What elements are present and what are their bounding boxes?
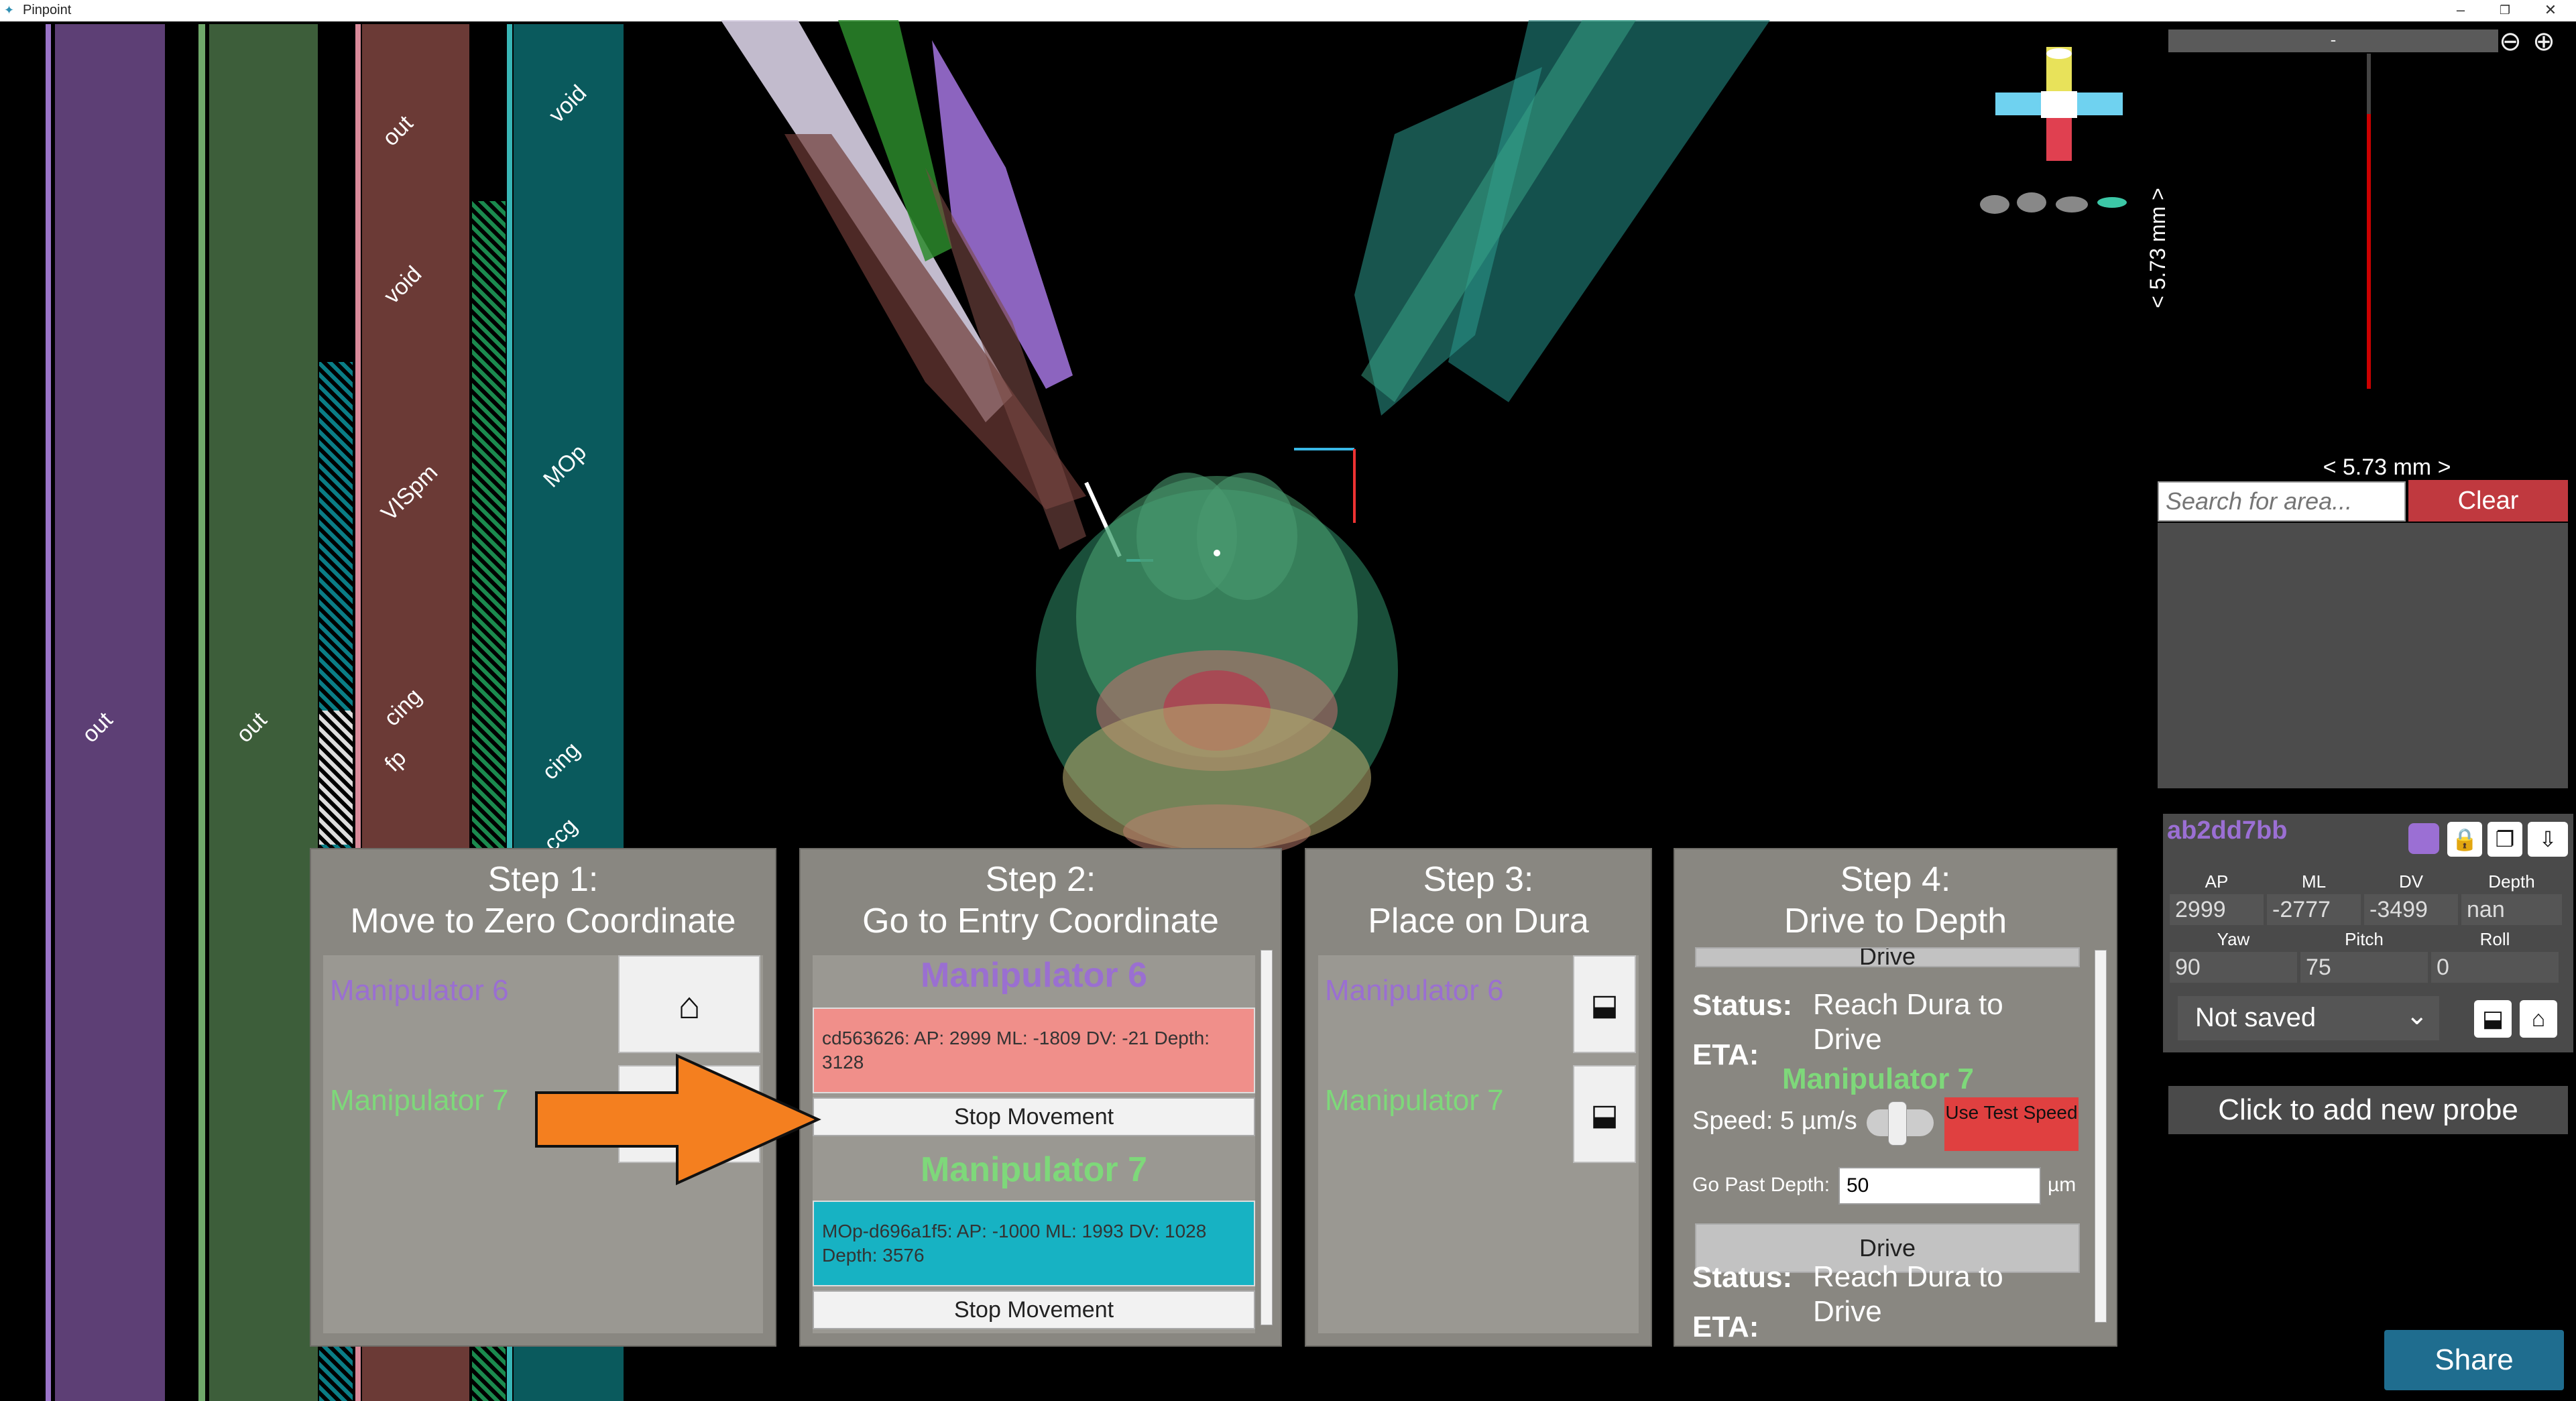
- go-past-depth-label: Go Past Depth:: [1692, 1174, 1830, 1196]
- area-search-input[interactable]: [2158, 481, 2406, 522]
- vertical-scale-label: < 5.73 mm >: [2146, 188, 2170, 308]
- go-past-depth-input[interactable]: 50: [1838, 1167, 2041, 1205]
- add-probe-button[interactable]: Click to add new probe: [2168, 1086, 2568, 1134]
- probe-color-swatch[interactable]: [2408, 823, 2439, 854]
- unit-label: µm: [2048, 1174, 2076, 1196]
- ml-label: ML: [2301, 871, 2327, 892]
- probe-name: ab2dd7bb: [2167, 816, 2288, 845]
- pitch-label: Pitch: [2345, 929, 2384, 949]
- step2-title-line2: Go to Entry Coordinate: [862, 902, 1219, 940]
- clear-button[interactable]: Clear: [2408, 480, 2568, 522]
- orange-arrow-icon: [535, 1053, 821, 1186]
- eta-label: ETA:: [1692, 1038, 1759, 1071]
- status-label: Status:: [1692, 989, 1793, 1022]
- eta-label: ETA:: [1692, 1311, 1759, 1343]
- step3-title-line2: Place on Dura: [1368, 902, 1589, 940]
- depth-label: Depth: [2488, 871, 2535, 892]
- step1-title-line1: Step 1:: [487, 860, 599, 899]
- step2-probe7-dropdown[interactable]: MOp-d696a1f5: AP: -1000 ML: 1993 DV: 102…: [813, 1201, 1255, 1286]
- step4-title-line2: Drive to Depth: [1783, 902, 2007, 940]
- chevron-down-icon: ⌄: [2406, 1001, 2428, 1030]
- yaw-field[interactable]: 90: [2170, 952, 2297, 983]
- share-button[interactable]: Share: [2384, 1330, 2564, 1390]
- stop-movement-button[interactable]: Stop Movement: [813, 1097, 1255, 1136]
- lock-icon[interactable]: 🔒: [2447, 822, 2482, 857]
- step2-scrollbar[interactable]: [1261, 950, 1273, 1325]
- step2-manipulator6-label: Manipulator 6: [920, 956, 1148, 995]
- horizontal-scale-label: < 5.73 mm >: [2323, 454, 2451, 480]
- use-test-speed-button[interactable]: Use Test Speed: [1944, 1097, 2079, 1151]
- ml-field[interactable]: -2777: [2267, 894, 2361, 925]
- step4-title-line1: Step 4:: [1840, 860, 1951, 899]
- ap-field[interactable]: 2999: [2170, 894, 2264, 925]
- probe-panel: ab2dd7bb 🔒 ❐ ⇩ AP ML DV Depth 2999 -2777…: [2163, 814, 2573, 1052]
- ap-label: AP: [2205, 871, 2229, 892]
- step3-body: Manipulator 6 ⬓ Manipulator 7 ⬓: [1318, 955, 1639, 1333]
- step4-panel: Step 4: Drive to Depth Drive Status: Rea…: [1674, 848, 2117, 1347]
- step4-scrollbar[interactable]: [2095, 950, 2107, 1323]
- stop-movement-button[interactable]: Stop Movement: [813, 1290, 1255, 1329]
- step3-title: Step 3: Place on Dura: [1306, 859, 1651, 942]
- step3-manipulator7-label: Manipulator 7: [1325, 1084, 1504, 1117]
- step2-title: Step 2: Go to Entry Coordinate: [801, 859, 1281, 942]
- home-icon[interactable]: ⌂: [618, 955, 760, 1053]
- place-on-dura-icon[interactable]: ⬓: [1573, 955, 1636, 1053]
- speed-label: Speed: 5 µm/s: [1692, 1107, 1857, 1135]
- drive-button[interactable]: Drive: [1695, 947, 2080, 967]
- zoom-in-icon[interactable]: ⊕: [2529, 27, 2559, 56]
- step3-title-line1: Step 3:: [1423, 860, 1534, 899]
- scale-bar: -: [2168, 29, 2498, 52]
- dv-label: DV: [2398, 871, 2424, 892]
- place-on-dura-icon[interactable]: ⬓: [1573, 1065, 1636, 1163]
- step4-title: Step 4: Drive to Depth: [1675, 859, 2116, 942]
- zoom-out-icon[interactable]: ⊖: [2496, 27, 2525, 56]
- scale-bar-label: -: [2330, 29, 2337, 50]
- step2-manipulator7-label: Manipulator 7: [920, 1150, 1148, 1189]
- step2-probe6-dropdown[interactable]: cd563626: AP: 2999 ML: -1809 DV: -21 Dep…: [813, 1008, 1255, 1093]
- area-results-list: [2158, 523, 2568, 788]
- copy-icon[interactable]: ❐: [2487, 822, 2522, 857]
- step2-body: Manipulator 6 cd563626: AP: 2999 ML: -18…: [813, 955, 1255, 1333]
- status-label: Status:: [1692, 1261, 1793, 1294]
- step1-manipulator7-label: Manipulator 7: [330, 1084, 509, 1117]
- depth-field[interactable]: nan: [2461, 894, 2562, 925]
- dv-field[interactable]: -3499: [2364, 894, 2458, 925]
- probe6-entry-text: cd563626: AP: 2999 ML: -1809 DV: -21 Dep…: [822, 1028, 1210, 1073]
- status-value: Reach Dura to Drive: [1813, 988, 2003, 1056]
- step2-panel: Step 2: Go to Entry Coordinate Manipulat…: [799, 848, 1282, 1347]
- home-icon[interactable]: ⌂: [2520, 1000, 2557, 1038]
- roll-field[interactable]: 0: [2431, 952, 2559, 983]
- export-icon[interactable]: ⇩: [2528, 822, 2568, 857]
- pitch-field[interactable]: 75: [2300, 952, 2428, 983]
- step4-manipulator7-label: Manipulator 7: [1782, 1062, 1975, 1095]
- status-value: Reach Dura to Drive: [1813, 1260, 2003, 1328]
- step1-manipulator6-label: Manipulator 6: [330, 974, 509, 1007]
- yaw-label: Yaw: [2217, 929, 2250, 949]
- step3-manipulator6-label: Manipulator 6: [1325, 974, 1504, 1007]
- step1-title: Step 1: Move to Zero Coordinate: [311, 859, 775, 942]
- saved-state-dropdown[interactable]: Not saved ⌄: [2178, 996, 2439, 1040]
- saved-state-value: Not saved: [2195, 1003, 2317, 1032]
- step1-title-line2: Move to Zero Coordinate: [350, 902, 736, 940]
- speed-slider-handle[interactable]: [1888, 1101, 1907, 1146]
- step2-title-line1: Step 2:: [985, 860, 1096, 899]
- roll-label: Roll: [2479, 929, 2510, 949]
- probe7-entry-text: MOp-d696a1f5: AP: -1000 ML: 1993 DV: 102…: [822, 1221, 1207, 1266]
- step3-panel: Step 3: Place on Dura Manipulator 6 ⬓ Ma…: [1305, 848, 1652, 1347]
- place-on-dura-icon[interactable]: ⬓: [2474, 1000, 2512, 1038]
